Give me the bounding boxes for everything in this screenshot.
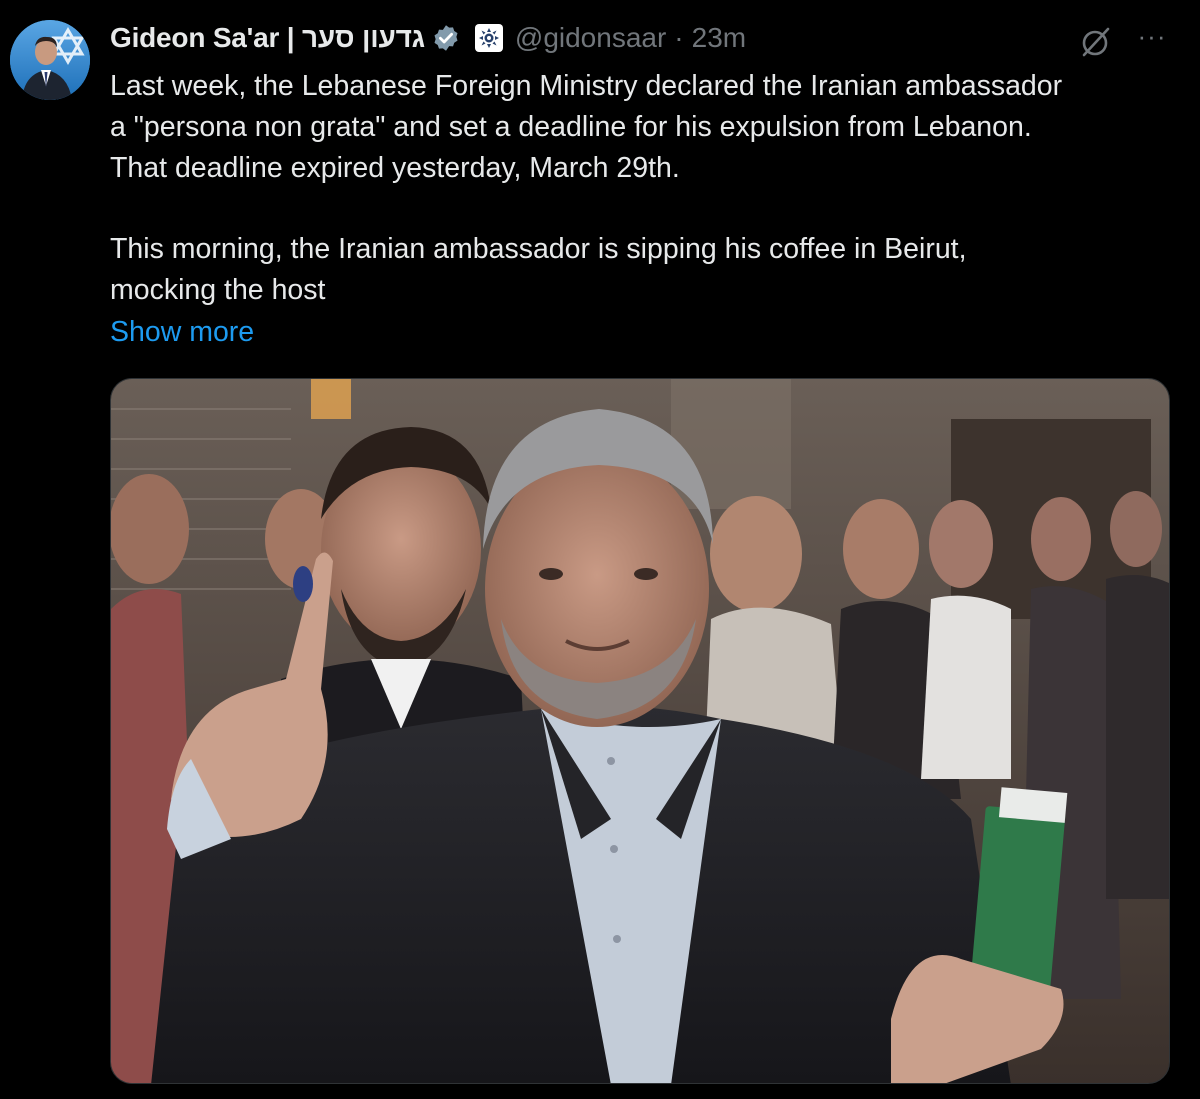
tweet: Gideon Sa'ar | גדעון סער @gidonsaar · 23… [0,0,1200,1099]
post-photo[interactable] [110,378,1170,1084]
tweet-header: Gideon Sa'ar | גדעון סער @gidonsaar · 23… [110,18,746,58]
post-timestamp[interactable]: 23m [692,22,746,54]
tweet-text-line: Last week, the Lebanese Foreign Ministry… [110,70,1063,102]
author-handle[interactable]: @gidonsaar [515,22,666,54]
verified-badge-icon[interactable] [431,23,461,53]
more-options-button[interactable]: ··· [1134,23,1170,54]
profile-avatar[interactable] [10,20,90,100]
tweet-text-line: mocking the host [110,273,326,306]
separator-dot: · [674,22,684,53]
author-display-name[interactable]: Gideon Sa'ar | גדעון סער [110,22,425,54]
government-affiliate-icon[interactable] [474,24,503,52]
tweet-text-line: This morning, the Iranian ambassador is … [110,233,967,266]
grok-slash-icon[interactable] [1078,24,1114,60]
tweet-text: Last week, the Lebanese Foreign Ministry… [110,66,1180,311]
show-more-link[interactable]: Show more [110,312,254,352]
tweet-text-blank-line [110,188,1180,229]
tweet-text-line: That deadline expired yesterday, March 2… [110,151,680,184]
tweet-text-line: a "persona non grata" and set a deadline… [110,110,1032,143]
